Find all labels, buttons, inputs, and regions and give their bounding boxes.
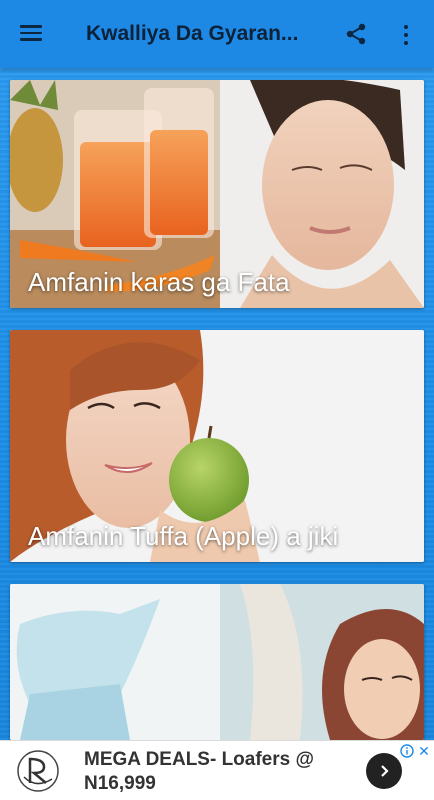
card-caption: Amfanin karas ga Fata [28, 267, 290, 297]
app-title: Kwalliya Da Gyaran... [86, 22, 299, 45]
brand-logo [16, 749, 60, 793]
card-caption: Amfanin Tuffa (Apple) a jiki [28, 521, 339, 551]
article-card-apple[interactable]: Amfanin Tuffa (Apple) a jiki [10, 330, 424, 562]
ad-close-icon[interactable]: ✕ [417, 744, 431, 758]
ad-info-icon[interactable] [400, 744, 414, 758]
article-list: Amfanin karas ga Fata Amfanin Tuffa (App… [0, 68, 434, 740]
ad-text[interactable]: MEGA DEALS- Loafers @ N16,999 [84, 748, 354, 796]
ad-banner[interactable]: MEGA DEALS- Loafers @ N16,999 ✕ [0, 740, 434, 800]
chevron-right-icon[interactable] [366, 753, 402, 789]
app-bar: Kwalliya Da Gyaran... [0, 0, 434, 68]
article-card-steamer[interactable] [10, 584, 424, 740]
share-icon[interactable] [344, 22, 368, 46]
more-vertical-icon[interactable] [396, 22, 416, 46]
facial-steamer-illustration [10, 584, 424, 740]
hamburger-menu-icon[interactable] [20, 22, 46, 46]
article-card-carrot[interactable]: Amfanin karas ga Fata [10, 80, 424, 308]
